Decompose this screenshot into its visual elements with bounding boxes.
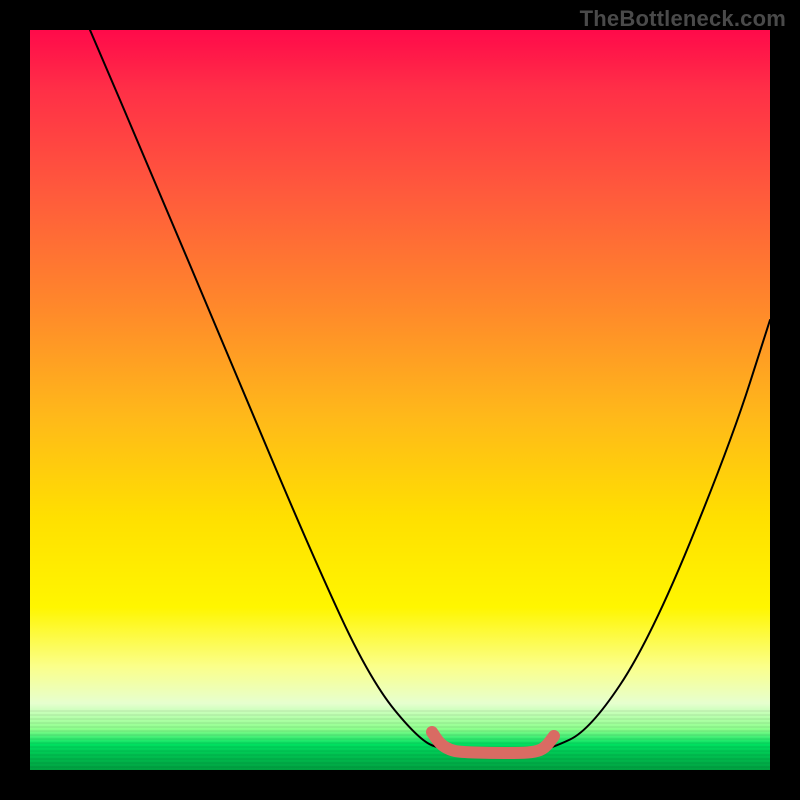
curve-layer <box>30 30 770 770</box>
watermark-text: TheBottleneck.com <box>580 6 786 32</box>
chart-frame: TheBottleneck.com <box>0 0 800 800</box>
valley-highlight <box>432 732 554 753</box>
bottleneck-curve <box>90 30 770 751</box>
plot-area <box>30 30 770 770</box>
